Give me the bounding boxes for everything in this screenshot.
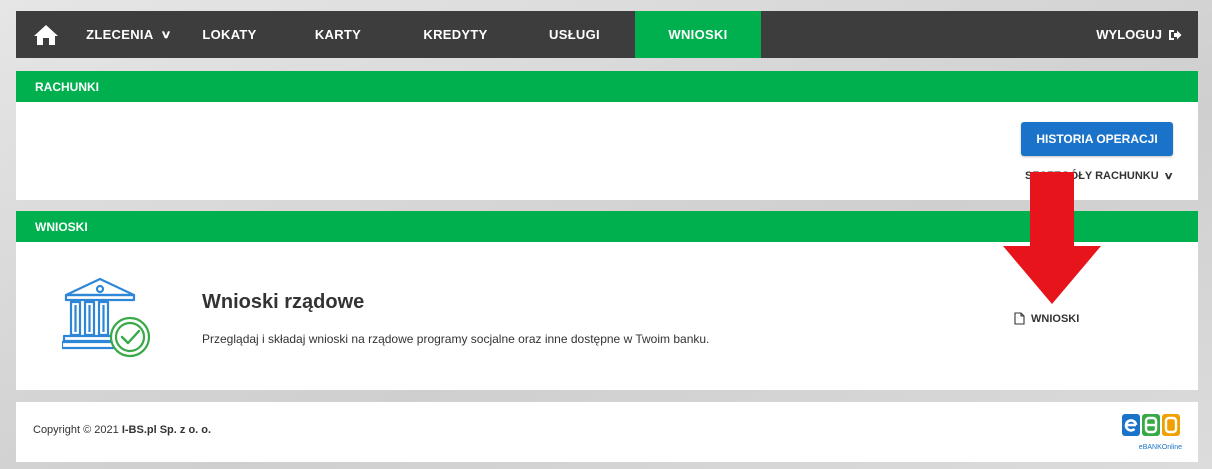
nav-item-label: USŁUGI	[549, 27, 600, 42]
chevron-down-icon: ∨	[159, 29, 172, 41]
nav-item-label: WNIOSKI	[668, 27, 728, 42]
nav-item-zlecenia[interactable]: ZLECENIA ∨	[76, 11, 180, 58]
copyright-text: Copyright © 2021 I-BS.pl Sp. z o. o.	[33, 424, 211, 436]
account-details-label: SZCZEGÓŁY RACHUNKU	[1025, 170, 1159, 182]
wnioski-body: Wnioski rządowe Przeglądaj i składaj wni…	[16, 242, 1198, 390]
chevron-down-icon: ∨	[1163, 170, 1174, 182]
logout-icon	[1169, 29, 1182, 40]
nav-item-label: KREDYTY	[423, 27, 488, 42]
footer: Copyright © 2021 I-BS.pl Sp. z o. o. eBA…	[16, 402, 1198, 462]
account-details-toggle[interactable]: SZCZEGÓŁY RACHUNKU ∨	[1025, 170, 1174, 182]
ebo-logo-mark	[1122, 414, 1180, 436]
rachunki-title: RACHUNKI	[35, 79, 99, 94]
nav-item-wnioski[interactable]: WNIOSKI	[635, 11, 761, 58]
ebo-logo-text: eBANKOnline	[1138, 444, 1182, 451]
wnioski-description: Przeglądaj i składaj wnioski na rządowe …	[202, 332, 710, 346]
bank-check-icon	[62, 277, 151, 358]
copyright-prefix: Copyright © 2021	[33, 424, 122, 436]
wnioski-link-label: WNIOSKI	[1031, 312, 1080, 325]
rachunki-header: RACHUNKI	[16, 71, 1198, 102]
wnioski-header-title: WNIOSKI	[35, 219, 88, 234]
nav-item-karty[interactable]: KARTY	[279, 11, 397, 58]
nav-item-uslugi[interactable]: USŁUGI	[514, 11, 635, 58]
top-navigation: ZLECENIA ∨ LOKATY KARTY KREDYTY USŁUGI W…	[16, 11, 1198, 58]
logout-button[interactable]: WYLOGUJ	[1096, 11, 1182, 58]
company-name: I-BS.pl Sp. z o. o.	[121, 424, 212, 436]
home-button[interactable]	[16, 11, 76, 58]
nav-item-label: KARTY	[314, 27, 362, 42]
wnioski-link[interactable]: WNIOSKI	[1014, 312, 1079, 325]
wnioski-title: Wnioski rządowe	[202, 291, 365, 313]
ebo-logo: eBANKOnline	[1122, 414, 1182, 451]
nav-item-kredyty[interactable]: KREDYTY	[397, 11, 514, 58]
document-icon	[1014, 312, 1025, 325]
nav-item-label: ZLECENIA	[86, 27, 154, 42]
history-button[interactable]: HISTORIA OPERACJI	[1021, 122, 1173, 156]
home-icon	[34, 24, 58, 45]
nav-item-label: LOKATY	[202, 27, 257, 42]
logout-label: WYLOGUJ	[1096, 27, 1162, 42]
nav-item-lokaty[interactable]: LOKATY	[180, 11, 279, 58]
rachunki-body: HISTORIA OPERACJI SZCZEGÓŁY RACHUNKU ∨	[16, 102, 1198, 200]
wnioski-header: WNIOSKI	[16, 211, 1198, 242]
